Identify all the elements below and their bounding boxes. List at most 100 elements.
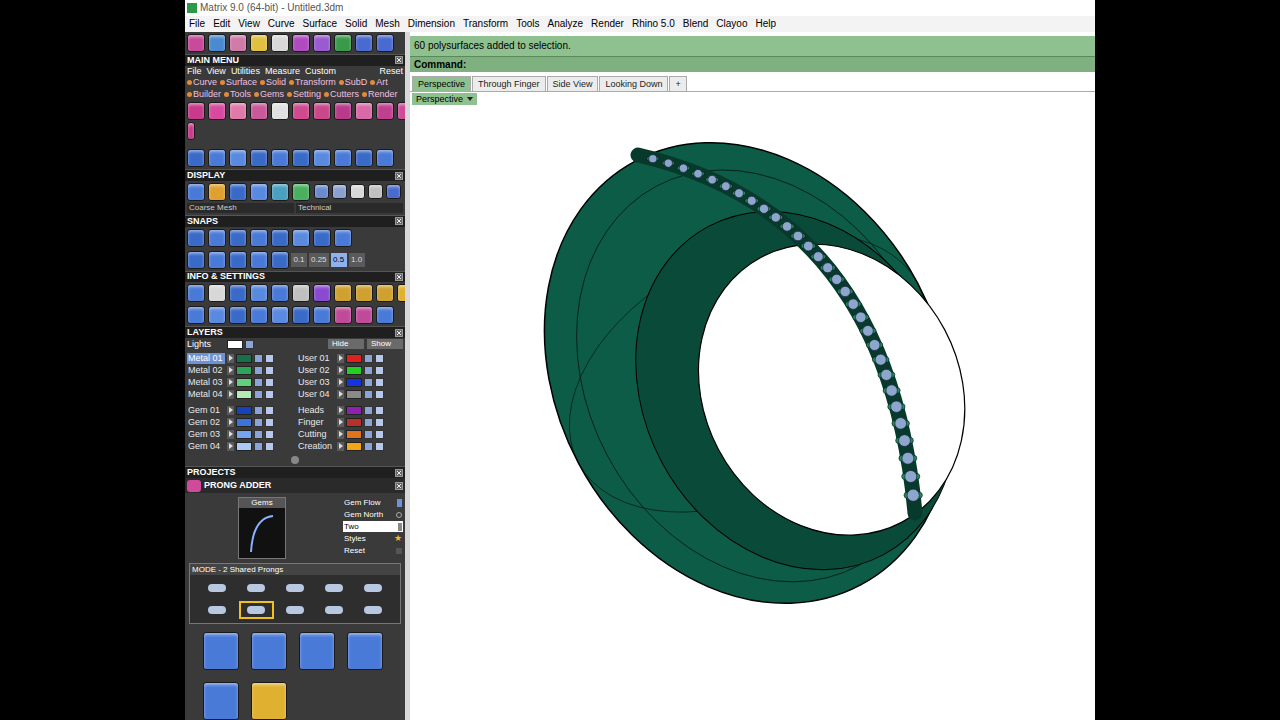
layer-color-swatch[interactable] xyxy=(236,418,252,427)
tool-icon[interactable] xyxy=(208,229,226,247)
section-header[interactable]: DISPLAY xyxy=(185,169,405,181)
prong-mode-option[interactable] xyxy=(239,601,274,619)
layer-row[interactable]: Gem 03 xyxy=(187,428,293,440)
tool-icon[interactable] xyxy=(229,149,247,167)
tool-icon[interactable] xyxy=(271,183,289,201)
gem-icon[interactable] xyxy=(896,435,914,447)
tool-icon[interactable] xyxy=(229,183,247,201)
tool-icon[interactable] xyxy=(229,229,247,247)
prong-mode-option[interactable] xyxy=(316,579,351,597)
layer-color-swatch[interactable] xyxy=(346,418,362,427)
expand-icon[interactable] xyxy=(227,406,234,415)
gem-icon[interactable] xyxy=(780,222,794,232)
lock-icon[interactable] xyxy=(254,430,263,439)
tool-icon[interactable] xyxy=(334,102,352,120)
lock-icon[interactable] xyxy=(254,406,263,415)
gem-icon[interactable] xyxy=(719,182,732,191)
expand-icon[interactable] xyxy=(337,354,344,363)
close-icon[interactable] xyxy=(395,482,403,490)
tool-icon[interactable] xyxy=(271,34,289,52)
main-menu-item[interactable]: View xyxy=(207,67,226,76)
tool-icon[interactable] xyxy=(251,632,287,670)
section-header[interactable]: INFO & SETTINGS xyxy=(185,271,405,283)
tool-icon[interactable] xyxy=(376,306,394,324)
close-icon[interactable] xyxy=(395,217,403,225)
tool-icon[interactable] xyxy=(229,34,247,52)
close-icon[interactable] xyxy=(395,273,403,281)
tool-icon[interactable] xyxy=(229,102,247,120)
expand-icon[interactable] xyxy=(227,430,234,439)
layer-color-swatch[interactable] xyxy=(236,406,252,415)
tool-icon[interactable] xyxy=(334,229,352,247)
bulb-icon[interactable] xyxy=(265,354,274,363)
tool-icon[interactable] xyxy=(203,682,239,720)
layer-color-swatch[interactable] xyxy=(236,378,252,387)
tool-icon[interactable] xyxy=(250,306,268,324)
tool-icon[interactable] xyxy=(313,306,331,324)
main-menu-link[interactable]: Cutters xyxy=(324,90,359,99)
tool-icon[interactable] xyxy=(208,251,226,269)
lock-icon[interactable] xyxy=(254,366,263,375)
expand-icon[interactable] xyxy=(337,442,344,451)
tool-icon[interactable] xyxy=(187,34,205,52)
layer-color-swatch[interactable] xyxy=(346,366,362,375)
tool-icon[interactable] xyxy=(313,284,331,302)
menu-item[interactable]: Tools xyxy=(516,19,539,29)
layer-row[interactable]: User 04 xyxy=(297,388,403,400)
gem-icon[interactable] xyxy=(860,325,876,336)
prong-mode-option[interactable] xyxy=(278,579,313,597)
tool-icon[interactable] xyxy=(187,149,205,167)
viewport-label[interactable]: Perspective xyxy=(412,93,477,105)
menu-item[interactable]: Surface xyxy=(303,19,337,29)
tool-icon[interactable] xyxy=(334,34,352,52)
tool-icon[interactable] xyxy=(313,149,331,167)
tool-icon[interactable] xyxy=(208,306,226,324)
menu-item[interactable]: Analyze xyxy=(548,19,584,29)
tool-icon[interactable] xyxy=(292,149,310,167)
bulb-icon[interactable] xyxy=(265,406,274,415)
snap-step-button[interactable]: 0.1 xyxy=(291,253,307,267)
gem-icon[interactable] xyxy=(662,159,674,167)
expand-icon[interactable] xyxy=(337,366,344,375)
layer-row[interactable]: User 02 xyxy=(297,364,403,376)
tool-icon[interactable] xyxy=(386,184,401,199)
tool-icon[interactable] xyxy=(187,122,195,140)
layer-row[interactable]: User 01 xyxy=(297,352,403,364)
close-icon[interactable] xyxy=(395,56,403,64)
menu-item[interactable]: Transform xyxy=(463,19,508,29)
prong-mode-option[interactable] xyxy=(200,601,235,619)
spinner-icon[interactable] xyxy=(398,523,402,531)
main-menu-link[interactable]: Render xyxy=(362,90,398,99)
gem-icon[interactable] xyxy=(677,164,690,172)
gem-icon[interactable] xyxy=(757,204,771,213)
close-icon[interactable] xyxy=(395,469,403,477)
tool-icon[interactable] xyxy=(271,306,289,324)
main-menu-link[interactable]: Tools xyxy=(224,90,251,99)
main-menu-link[interactable]: Builder xyxy=(187,90,221,99)
tool-icon[interactable] xyxy=(355,306,373,324)
menu-item[interactable]: Dimension xyxy=(408,19,455,29)
tool-icon[interactable] xyxy=(250,251,268,269)
tool-icon[interactable] xyxy=(187,251,205,269)
tool-icon[interactable] xyxy=(250,102,268,120)
expand-icon[interactable] xyxy=(337,378,344,387)
layer-color-swatch[interactable] xyxy=(236,354,252,363)
layer-color-swatch[interactable] xyxy=(236,366,252,375)
bulb-icon[interactable] xyxy=(375,442,384,451)
tool-icon[interactable] xyxy=(250,183,268,201)
menu-item[interactable]: Help xyxy=(755,19,776,29)
tool-icon[interactable] xyxy=(314,184,329,199)
expand-icon[interactable] xyxy=(227,366,234,375)
gem-icon[interactable] xyxy=(820,263,835,273)
layer-row[interactable]: Heads xyxy=(297,404,403,416)
bulb-icon[interactable] xyxy=(375,366,384,375)
section-header[interactable]: MAIN MENU xyxy=(185,54,405,66)
gem-icon[interactable] xyxy=(878,369,895,380)
prong-option[interactable]: Gem North xyxy=(343,509,403,520)
menu-item[interactable]: Clayoo xyxy=(716,19,747,29)
expand-icon[interactable] xyxy=(227,390,234,399)
prong-option[interactable]: Two xyxy=(343,521,403,532)
section-header[interactable]: PROJECTS xyxy=(185,466,405,478)
lock-icon[interactable] xyxy=(364,442,373,451)
expand-icon[interactable] xyxy=(337,430,344,439)
